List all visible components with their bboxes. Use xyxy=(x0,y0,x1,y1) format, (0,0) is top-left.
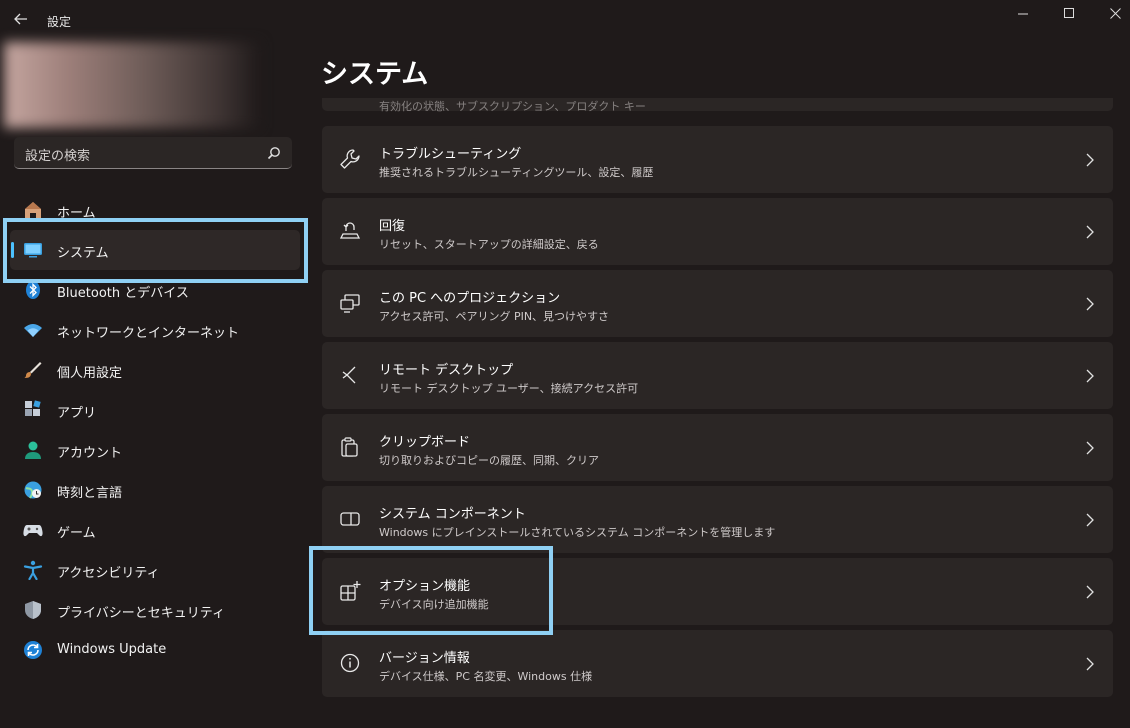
sidebar-item-network[interactable]: ネットワークとインターネット xyxy=(10,310,300,350)
chevron-right-icon xyxy=(1086,153,1094,167)
app-title: 設定 xyxy=(47,15,72,29)
system-icon xyxy=(24,243,42,258)
card-description: アクセス許可、ペアリング PIN、見つけやすさ xyxy=(379,310,610,323)
back-button[interactable] xyxy=(8,6,34,32)
settings-card-activation-partial[interactable]: 有効化の状態、サブスクリプション、プロダクト キー xyxy=(322,98,1113,113)
card-title: この PC へのプロジェクション xyxy=(379,291,561,306)
sidebar-item-label: 時刻と言語 xyxy=(57,486,123,501)
sidebar-item-label: アクセシビリティ xyxy=(57,566,160,581)
sidebar-item-label: ホーム xyxy=(57,206,96,221)
sidebar-item-label: アプリ xyxy=(57,406,97,421)
recovery-icon xyxy=(339,222,361,239)
sidebar-item-bluetooth[interactable]: Bluetooth とデバイス xyxy=(10,270,300,310)
bluetooth-icon xyxy=(26,281,40,299)
card-title: リモート デスクトップ xyxy=(379,363,514,378)
sidebar-item-label: システム xyxy=(57,246,109,261)
apps-icon xyxy=(25,400,41,416)
minimize-icon xyxy=(1017,13,1028,14)
chevron-right-icon xyxy=(1086,441,1094,455)
user-profile-blurred[interactable] xyxy=(4,42,260,128)
sidebar-nav: ホーム システム Bluetooth とデバイス ネットワークとインターネット xyxy=(10,190,300,670)
card-title: オプション機能 xyxy=(379,579,471,594)
chevron-right-icon xyxy=(1086,585,1094,599)
card-title: バージョン情報 xyxy=(379,651,470,666)
sidebar-item-gaming[interactable]: ゲーム xyxy=(10,510,300,550)
sidebar-item-label: Windows Update xyxy=(57,642,167,657)
chevron-right-icon xyxy=(1086,657,1094,671)
settings-card-troubleshoot[interactable]: トラブルシューティング 推奨されるトラブルシューティングツール、設定、履歴 xyxy=(322,126,1113,193)
card-title: トラブルシューティング xyxy=(379,147,522,162)
card-description: デバイス仕様、PC 名変更、Windows 仕様 xyxy=(379,670,593,683)
system-components-icon xyxy=(340,512,360,526)
chevron-right-icon xyxy=(1086,369,1094,383)
sidebar-item-label: プライバシーとセキュリティ xyxy=(57,606,225,621)
sidebar-item-personalization[interactable]: 個人用設定 xyxy=(10,350,300,390)
home-icon xyxy=(25,202,41,218)
sidebar-item-label: ネットワークとインターネット xyxy=(57,326,240,341)
settings-card-clipboard[interactable]: クリップボード 切り取りおよびコピーの履歴、同期、クリア xyxy=(322,414,1113,481)
selection-indicator xyxy=(11,242,14,258)
info-icon xyxy=(340,653,360,673)
card-description: デバイス向け追加機能 xyxy=(379,598,489,611)
settings-window: 設定 設定の検索 ホーム システム Bluetooth とデバイス ネットワーク… xyxy=(0,0,1130,728)
sidebar-item-apps[interactable]: アプリ xyxy=(10,390,300,430)
settings-list: 有効化の状態、サブスクリプション、プロダクト キー トラブルシューティング 推奨… xyxy=(322,98,1113,728)
sidebar-item-time-language[interactable]: 時刻と言語 xyxy=(10,470,300,510)
close-button[interactable] xyxy=(1092,0,1130,26)
chevron-right-icon xyxy=(1086,297,1094,311)
sidebar-item-label: Bluetooth とデバイス xyxy=(57,286,189,301)
card-title: システム コンポーネント xyxy=(379,507,526,522)
remote-desktop-icon xyxy=(342,366,356,384)
search-input[interactable]: 設定の検索 xyxy=(25,145,90,164)
chevron-right-icon xyxy=(1086,513,1094,527)
settings-card-remote-desktop[interactable]: リモート デスクトップ リモート デスクトップ ユーザー、接続アクセス許可 xyxy=(322,342,1113,409)
sidebar-item-accounts[interactable]: アカウント xyxy=(10,430,300,470)
chevron-right-icon xyxy=(1086,225,1094,239)
clipboard-icon xyxy=(341,437,358,457)
windows-update-icon xyxy=(24,641,42,659)
sidebar-item-label: アカウント xyxy=(57,446,123,461)
minimize-button[interactable] xyxy=(1000,0,1046,26)
sidebar-item-system[interactable]: システム xyxy=(10,230,300,270)
sidebar-item-label: ゲーム xyxy=(57,526,96,541)
network-icon xyxy=(24,324,42,337)
settings-card-projection[interactable]: この PC へのプロジェクション アクセス許可、ペアリング PIN、見つけやすさ xyxy=(322,270,1113,337)
gaming-icon xyxy=(23,525,43,537)
settings-card-about[interactable]: バージョン情報 デバイス仕様、PC 名変更、Windows 仕様 xyxy=(322,630,1113,697)
card-description: 推奨されるトラブルシューティングツール、設定、履歴 xyxy=(379,166,654,179)
card-description: Windows にプレインストールされているシステム コンポーネントを管理します xyxy=(379,526,776,539)
title-bar: 設定 xyxy=(0,0,1130,40)
optional-features-icon xyxy=(340,581,361,601)
page-title: システム xyxy=(321,59,429,90)
wrench-icon xyxy=(340,149,360,169)
sidebar-item-label: 個人用設定 xyxy=(57,366,123,381)
search-icon[interactable] xyxy=(267,146,281,160)
time-language-icon xyxy=(24,481,42,499)
sidebar-item-windows-update[interactable]: Windows Update xyxy=(10,630,300,670)
settings-card-optional-features[interactable]: オプション機能 デバイス向け追加機能 xyxy=(322,558,1113,625)
card-description: 切り取りおよびコピーの履歴、同期、クリア xyxy=(379,454,599,467)
card-description: 有効化の状態、サブスクリプション、プロダクト キー xyxy=(379,100,646,113)
settings-card-recovery[interactable]: 回復 リセット、スタートアップの詳細設定、戻る xyxy=(322,198,1113,265)
projection-icon xyxy=(340,294,360,313)
maximize-button[interactable] xyxy=(1046,0,1092,26)
card-description: リセット、スタートアップの詳細設定、戻る xyxy=(379,238,599,251)
back-arrow-icon xyxy=(14,13,27,25)
card-description: リモート デスクトップ ユーザー、接続アクセス許可 xyxy=(379,382,639,395)
personalization-icon xyxy=(24,362,42,378)
maximize-icon xyxy=(1063,7,1074,18)
close-icon xyxy=(1109,7,1121,19)
settings-card-system-components[interactable]: システム コンポーネント Windows にプレインストールされているシステム … xyxy=(322,486,1113,553)
sidebar-item-privacy[interactable]: プライバシーとセキュリティ xyxy=(10,590,300,630)
privacy-shield-icon xyxy=(25,601,41,619)
accessibility-icon xyxy=(23,560,43,580)
sidebar-item-accessibility[interactable]: アクセシビリティ xyxy=(10,550,300,590)
account-icon xyxy=(25,441,41,459)
search-box[interactable]: 設定の検索 xyxy=(14,137,292,169)
card-title: クリップボード xyxy=(379,435,471,450)
sidebar-item-home[interactable]: ホーム xyxy=(10,190,300,230)
card-title: 回復 xyxy=(379,219,406,234)
